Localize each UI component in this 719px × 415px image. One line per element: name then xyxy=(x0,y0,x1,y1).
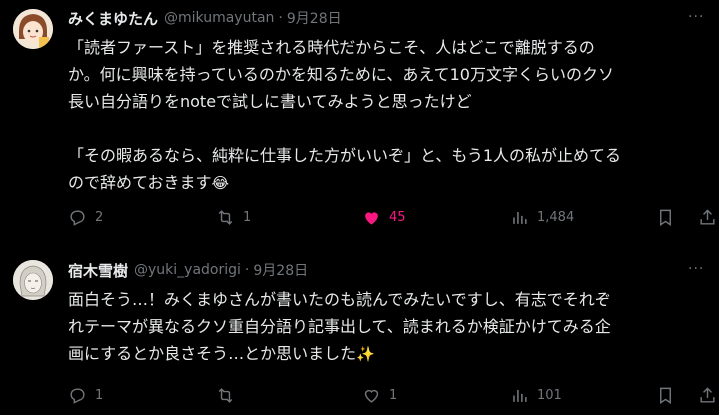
reply-icon xyxy=(70,387,85,404)
views-icon xyxy=(513,211,527,224)
handle[interactable]: @yuki_yadorigi xyxy=(134,262,241,278)
display-name[interactable]: みくまゆたん xyxy=(68,8,158,29)
heart-icon xyxy=(364,389,379,403)
tweet-text: 面白そう…！みくまゆさんが書いたのも読んでみたいですし、有志でそれぞ れテーマが… xyxy=(68,286,698,368)
view-count: 1,484 xyxy=(537,209,575,225)
bookmark-button[interactable] xyxy=(656,385,675,405)
heart-icon xyxy=(365,211,378,225)
tweet-header: みくまゆたん @mikumayutan · 9月28日 xyxy=(68,8,342,28)
reply-button[interactable]: 2 xyxy=(68,207,103,227)
like-count: 1 xyxy=(389,387,398,403)
laughing-emoji-icon: 😂 xyxy=(211,174,230,192)
tweet-text-content: 「読者ファースト」を推奨される時代だからこそ、人はどこで離脱するの か。何に興味… xyxy=(68,38,622,192)
tweet-text: 「読者ファースト」を推奨される時代だからこそ、人はどこで離脱するの か。何に興味… xyxy=(68,34,698,197)
share-icon xyxy=(700,386,715,403)
share-icon xyxy=(700,208,715,225)
reply-count: 2 xyxy=(95,209,104,225)
timestamp[interactable]: 9月28日 xyxy=(253,260,308,280)
action-bar: 2 1 45 1,484 xyxy=(68,207,719,227)
views-button[interactable]: 1,484 xyxy=(510,207,574,227)
share-button[interactable] xyxy=(698,385,717,405)
sparkles-emoji-icon: ✨ xyxy=(356,345,375,363)
bookmark-button[interactable] xyxy=(656,207,675,227)
avatar[interactable] xyxy=(13,9,53,49)
tweet-main[interactable]: みくまゆたん @mikumayutan · 9月28日 ··· 「読者ファースト… xyxy=(0,0,719,245)
reply-button[interactable]: 1 xyxy=(68,385,103,405)
share-button[interactable] xyxy=(698,207,717,227)
views-icon xyxy=(513,389,527,402)
bookmark-icon xyxy=(660,387,671,404)
like-count: 45 xyxy=(389,209,406,225)
tweet-header: 宿木雪樹 @yuki_yadorigi · 9月28日 xyxy=(68,260,308,280)
like-button[interactable]: 1 xyxy=(362,385,397,405)
avatar[interactable] xyxy=(13,260,53,300)
tweet-reply[interactable]: 宿木雪樹 @yuki_yadorigi · 9月28日 ··· 面白そう…！みく… xyxy=(0,250,719,415)
avatar-illustration-icon xyxy=(13,9,53,49)
timestamp[interactable]: 9月28日 xyxy=(287,8,342,28)
tweet-text-content: 面白そう…！みくまゆさんが書いたのも読んでみたいですし、有志でそれぞ れテーマが… xyxy=(68,290,611,363)
repost-button[interactable]: 1 xyxy=(216,207,251,227)
bookmark-icon xyxy=(660,209,671,226)
more-options-button[interactable]: ··· xyxy=(688,261,704,277)
repost-icon xyxy=(218,387,233,403)
action-bar: 1 1 101 xyxy=(68,385,719,405)
display-name[interactable]: 宿木雪樹 xyxy=(68,260,128,281)
repost-icon xyxy=(218,209,233,225)
views-button[interactable]: 101 xyxy=(510,385,562,405)
handle[interactable]: @mikumayutan xyxy=(164,10,274,26)
reply-count: 1 xyxy=(95,387,104,403)
repost-button[interactable] xyxy=(216,385,243,405)
repost-count: 1 xyxy=(243,209,252,225)
reply-icon xyxy=(70,209,85,226)
avatar-illustration-icon xyxy=(13,260,53,300)
separator-dot: · xyxy=(278,10,283,26)
view-count: 101 xyxy=(537,387,562,403)
like-button[interactable]: 45 xyxy=(362,207,406,227)
separator-dot: · xyxy=(244,262,250,278)
more-options-button[interactable]: ··· xyxy=(688,9,704,25)
